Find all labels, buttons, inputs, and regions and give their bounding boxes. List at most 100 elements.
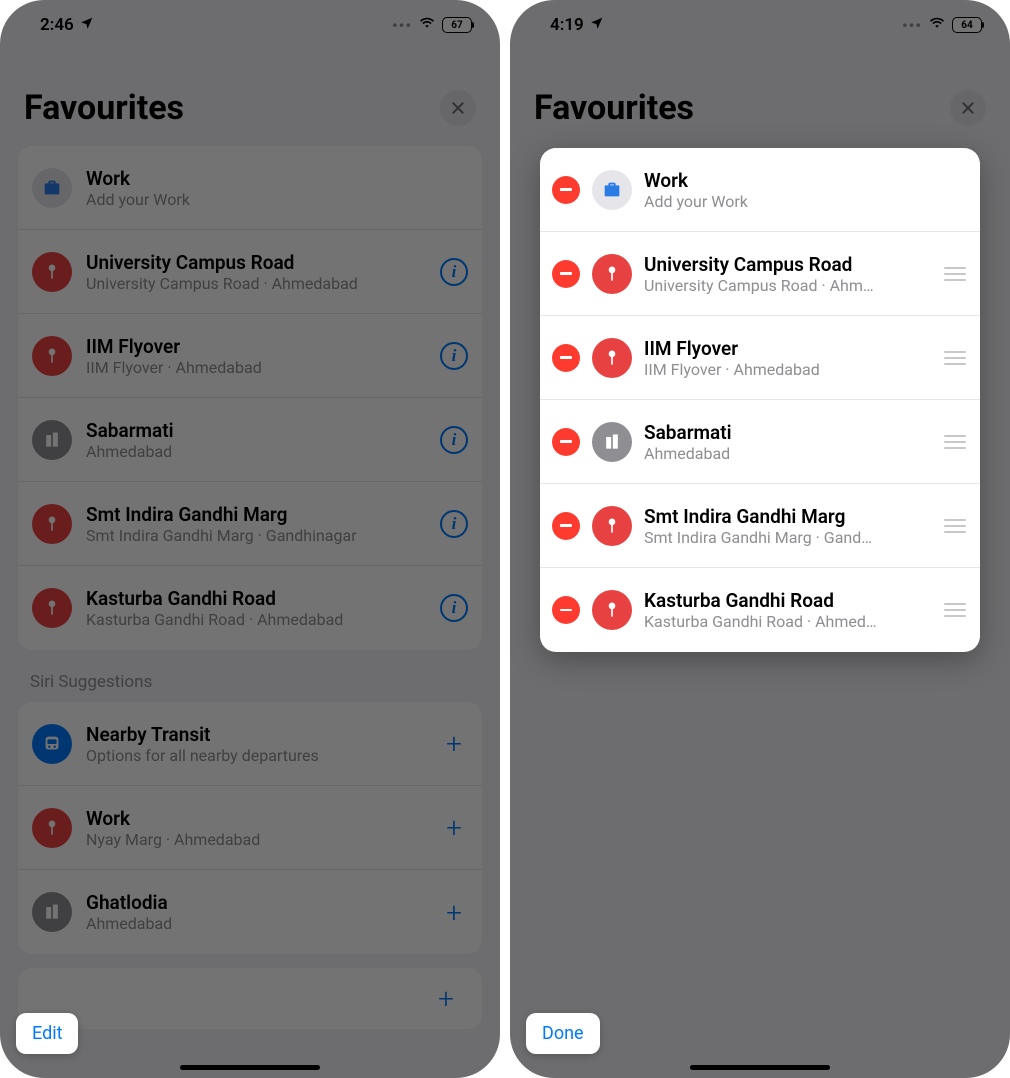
drag-handle-icon[interactable] [942,351,968,365]
add-favourite-row[interactable]: + [18,968,482,1029]
add-button[interactable]: + [440,727,468,760]
row-subtitle: University Campus Road · Ahmedabad [86,274,426,293]
siri-section-label: Siri Suggestions [4,650,496,702]
list-item[interactable]: University Campus RoadUniversity Campus … [540,232,980,316]
page-title: Favourites [534,88,694,128]
info-button[interactable]: i [440,594,468,622]
row-subtitle: Smt Indira Gandhi Marg · Gandhinagar [86,526,426,545]
row-text: Smt Indira Gandhi MargSmt Indira Gandhi … [644,505,930,547]
list-item[interactable]: University Campus RoadUniversity Campus … [18,230,482,314]
delete-button[interactable] [552,512,580,540]
row-text: IIM FlyoverIIM Flyover · Ahmedabad [644,337,930,379]
favourites-edit-list: WorkAdd your Work University Campus RoadU… [540,148,980,652]
delete-button[interactable] [552,428,580,456]
row-text: Smt Indira Gandhi MargSmt Indira Gandhi … [86,503,426,545]
status-bar: 2:46 ••• 67 [0,0,500,50]
drag-handle-icon[interactable] [942,519,968,533]
suggestions-list: Nearby TransitOptions for all nearby dep… [18,702,482,954]
building-icon [32,420,72,460]
status-time: 4:19 [550,15,584,35]
drag-handle-icon[interactable] [942,603,968,617]
row-subtitle: Ahmedabad [86,914,426,933]
location-icon [80,15,94,35]
row-title: Smt Indira Gandhi Marg [644,505,930,528]
info-button[interactable]: i [440,510,468,538]
list-item[interactable]: SabarmatiAhmedabad [540,400,980,484]
page-title: Favourites [24,88,184,128]
list-item[interactable]: Kasturba Gandhi RoadKasturba Gandhi Road… [540,568,980,652]
list-item[interactable]: GhatlodiaAhmedabad + [18,870,482,954]
edit-button[interactable]: Edit [16,1013,78,1054]
row-subtitle: Kasturba Gandhi Road · Ahmed… [644,612,930,631]
list-item[interactable]: Smt Indira Gandhi MargSmt Indira Gandhi … [18,482,482,566]
battery-icon: 67 [442,17,472,33]
list-item[interactable]: SabarmatiAhmedabad i [18,398,482,482]
row-text: SabarmatiAhmedabad [86,419,426,461]
row-text: Kasturba Gandhi RoadKasturba Gandhi Road… [644,589,930,631]
row-subtitle: IIM Flyover · Ahmedabad [86,358,426,377]
row-title: Work [86,167,468,190]
row-text: WorkNyay Marg · Ahmedabad [86,807,426,849]
favourites-list: WorkAdd your WorkUniversity Campus RoadU… [18,146,482,650]
home-indicator[interactable] [180,1065,320,1070]
row-title: Smt Indira Gandhi Marg [86,503,426,526]
drag-handle-icon[interactable] [942,267,968,281]
info-button[interactable]: i [440,258,468,286]
list-item[interactable]: IIM FlyoverIIM Flyover · Ahmedabad [540,316,980,400]
row-title: Ghatlodia [86,891,426,914]
briefcase-icon [592,170,632,210]
list-item[interactable]: Smt Indira Gandhi MargSmt Indira Gandhi … [540,484,980,568]
add-button[interactable]: + [440,811,468,844]
list-item[interactable]: WorkNyay Marg · Ahmedabad + [18,786,482,870]
list-item[interactable]: Nearby TransitOptions for all nearby dep… [18,702,482,786]
row-text: SabarmatiAhmedabad [644,421,930,463]
status-bar: 4:19 ••• 64 [510,0,1010,50]
row-title: Kasturba Gandhi Road [86,587,426,610]
done-button[interactable]: Done [526,1013,600,1054]
more-icon: ••• [902,16,922,35]
row-text: WorkAdd your Work [644,169,968,211]
plus-icon[interactable]: + [432,982,460,1015]
row-title: Sabarmati [86,419,426,442]
list-item[interactable]: Kasturba Gandhi RoadKasturba Gandhi Road… [18,566,482,650]
row-text: University Campus RoadUniversity Campus … [644,253,930,295]
row-subtitle: Nyay Marg · Ahmedabad [86,830,426,849]
close-button[interactable] [950,90,986,126]
home-indicator[interactable] [690,1065,830,1070]
wifi-icon [928,15,946,35]
row-title: University Campus Road [644,253,930,276]
row-title: Kasturba Gandhi Road [644,589,930,612]
row-subtitle: Add your Work [644,192,968,211]
delete-button[interactable] [552,260,580,288]
close-button[interactable] [440,90,476,126]
building-icon [592,422,632,462]
delete-button[interactable] [552,344,580,372]
row-text: IIM FlyoverIIM Flyover · Ahmedabad [86,335,426,377]
delete-button[interactable] [552,176,580,204]
row-subtitle: Options for all nearby departures [86,746,426,765]
list-item[interactable]: WorkAdd your Work [18,146,482,230]
row-subtitle: University Campus Road · Ahm… [644,276,930,295]
row-subtitle: Kasturba Gandhi Road · Ahmedabad [86,610,426,629]
row-title: IIM Flyover [644,337,930,360]
status-time: 2:46 [40,15,74,35]
info-button[interactable]: i [440,426,468,454]
row-title: University Campus Road [86,251,426,274]
list-item[interactable]: WorkAdd your Work [540,148,980,232]
pin-icon [32,336,72,376]
drag-handle-icon[interactable] [942,435,968,449]
row-title: Work [644,169,968,192]
delete-button[interactable] [552,596,580,624]
list-item[interactable]: IIM FlyoverIIM Flyover · Ahmedabad i [18,314,482,398]
row-text: GhatlodiaAhmedabad [86,891,426,933]
pin-icon [32,808,72,848]
row-subtitle: Ahmedabad [644,444,930,463]
row-title: Sabarmati [644,421,930,444]
favourites-sheet: Favourites WorkAdd your WorkUniversity C… [4,60,496,1078]
add-button[interactable]: + [440,896,468,929]
row-subtitle: Ahmedabad [86,442,426,461]
pin-icon [32,588,72,628]
transit-icon [32,724,72,764]
row-text: Nearby TransitOptions for all nearby dep… [86,723,426,765]
info-button[interactable]: i [440,342,468,370]
